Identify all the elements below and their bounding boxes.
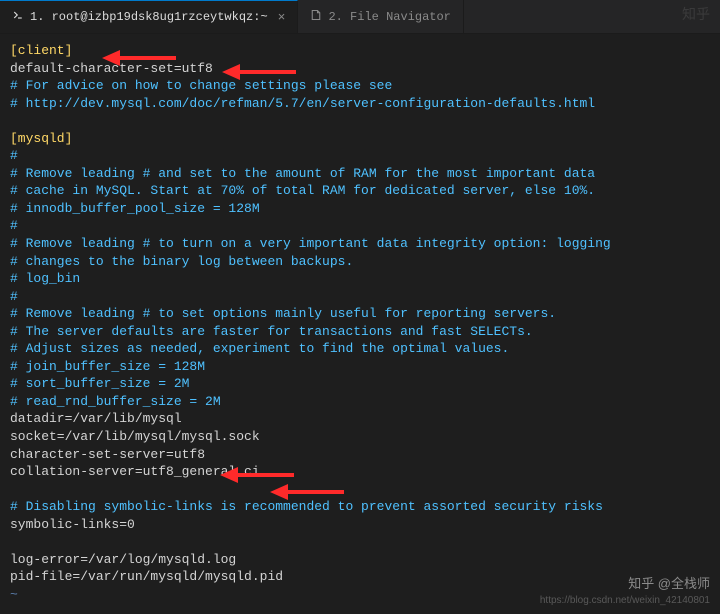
file-icon	[310, 9, 322, 25]
terminal-line: # http://dev.mysql.com/doc/refman/5.7/en…	[10, 95, 710, 113]
terminal-line: datadir=/var/lib/mysql	[10, 410, 710, 428]
terminal-line: #	[10, 217, 710, 235]
terminal-line	[10, 112, 710, 130]
terminal-line: # Adjust sizes as needed, experiment to …	[10, 340, 710, 358]
terminal-line: default-character-set=utf8	[10, 60, 710, 78]
terminal-line: # The server defaults are faster for tra…	[10, 323, 710, 341]
terminal-line: collation-server=utf8_general_ci	[10, 463, 710, 481]
terminal-line: # log_bin	[10, 270, 710, 288]
terminal-line: #	[10, 147, 710, 165]
tab-terminal[interactable]: 1. root@izbp19dsk8ug1rzceytwkqz:~ ×	[0, 0, 298, 33]
watermark-top: 知乎	[682, 4, 710, 24]
watermark-url: https://blog.csdn.net/weixin_42140801	[540, 595, 710, 606]
terminal-line: symbolic-links=0	[10, 516, 710, 534]
terminal-line: # Remove leading # to set options mainly…	[10, 305, 710, 323]
tab-bar: 1. root@izbp19dsk8ug1rzceytwkqz:~ × 2. F…	[0, 0, 720, 34]
terminal-line: pid-file=/var/run/mysqld/mysqld.pid	[10, 568, 710, 586]
terminal-line: socket=/var/lib/mysql/mysql.sock	[10, 428, 710, 446]
terminal-line: # Remove leading # to turn on a very imp…	[10, 235, 710, 253]
terminal-line	[10, 533, 710, 551]
terminal-line	[10, 481, 710, 499]
terminal-output[interactable]: [client]default-character-set=utf8# For …	[0, 34, 720, 614]
terminal-line: [client]	[10, 42, 710, 60]
terminal-line: # For advice on how to change settings p…	[10, 77, 710, 95]
tab-file-navigator-label: 2. File Navigator	[328, 10, 450, 24]
terminal-line: # innodb_buffer_pool_size = 128M	[10, 200, 710, 218]
terminal-line: # join_buffer_size = 128M	[10, 358, 710, 376]
terminal-line: [mysqld]	[10, 130, 710, 148]
terminal-icon	[12, 9, 24, 25]
watermark-bottom: 知乎 @全栈师	[628, 573, 710, 592]
tab-file-navigator[interactable]: 2. File Navigator	[298, 0, 463, 33]
terminal-line: log-error=/var/log/mysqld.log	[10, 551, 710, 569]
terminal-line: #	[10, 288, 710, 306]
close-icon[interactable]: ×	[274, 10, 286, 25]
terminal-line: # Disabling symbolic-links is recommende…	[10, 498, 710, 516]
terminal-line: # cache in MySQL. Start at 70% of total …	[10, 182, 710, 200]
terminal-line: # sort_buffer_size = 2M	[10, 375, 710, 393]
tab-terminal-label: 1. root@izbp19dsk8ug1rzceytwkqz:~	[30, 10, 268, 24]
terminal-line: # changes to the binary log between back…	[10, 253, 710, 271]
terminal-line: # read_rnd_buffer_size = 2M	[10, 393, 710, 411]
terminal-line: character-set-server=utf8	[10, 446, 710, 464]
terminal-line: # Remove leading # and set to the amount…	[10, 165, 710, 183]
